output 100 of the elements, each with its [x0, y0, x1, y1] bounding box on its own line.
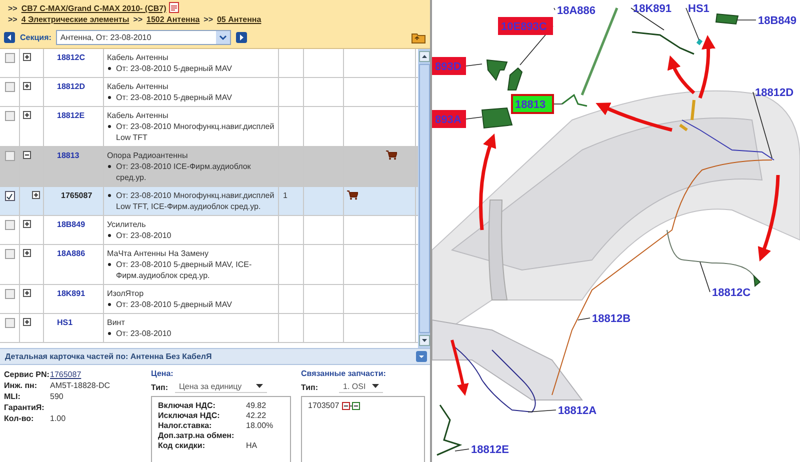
dropdown-icon [256, 384, 263, 389]
expand-icon[interactable] [23, 318, 31, 326]
field-label: Кол-во: [4, 413, 35, 424]
callout-label[interactable]: 18B849 [758, 15, 797, 27]
part-drawing [507, 67, 523, 90]
table-row[interactable]: 18812D Кабель Антенны От: 23-08-2010 5-дверный MAV [0, 78, 418, 107]
table-row[interactable]: 1765087 От: 23-08-2010 Многофункц.навиг.дисплей Low TFT, ICE-Фирм.аудиоблок сред.ур. 1 [0, 187, 418, 216]
cart-icon[interactable] [386, 150, 397, 160]
part-note: От: 23-08-2010 5-дверный MAV [116, 92, 232, 103]
previous-icon[interactable] [4, 32, 15, 43]
price-type-select[interactable]: Цена за единицу [175, 381, 267, 393]
part-code-link[interactable]: HS1 [47, 318, 73, 327]
part-code-link[interactable]: 18812D [47, 82, 86, 91]
scroll-up-icon[interactable] [418, 51, 430, 62]
part-drawing [481, 107, 513, 129]
table-row[interactable]: 18B849 Усилитель От: 23-08-2010 [0, 216, 418, 245]
breadcrumb-separator: >> [204, 15, 213, 24]
part-title: Кабель Антенны [107, 81, 170, 92]
dropdown-icon [216, 31, 230, 44]
row-checkbox[interactable] [4, 111, 14, 121]
related-parts-title: Связанные запчасти: [301, 369, 387, 378]
details-title: Детальная карточка частей по: Антенна Без КабелЯ [5, 352, 212, 361]
part-drawing [753, 274, 761, 287]
expand-icon[interactable] [23, 220, 31, 228]
scroll-down-icon[interactable] [418, 335, 430, 346]
part-note: От: 23-08-2010 5-дверный MAV [116, 299, 232, 310]
bullet-icon [108, 67, 111, 70]
row-checkbox[interactable] [4, 151, 14, 161]
callout-label[interactable]: HS1 [688, 3, 710, 15]
callout-label[interactable]: 18812A [558, 405, 597, 417]
table-row[interactable]: 18K891 ИзолЯтор От: 23-08-2010 5-дверный MAV [0, 285, 418, 314]
part-code-link[interactable]: 18812C [47, 53, 86, 62]
part-code-link[interactable]: 18B849 [47, 220, 86, 229]
row-checkbox[interactable] [4, 289, 14, 299]
table-row[interactable]: 18812C Кабель Антенны От: 23-08-2010 5-дверный MAV [0, 49, 418, 78]
collapse-icon[interactable] [23, 151, 31, 159]
pointer-arrow [698, 35, 716, 99]
cart-icon[interactable] [347, 190, 358, 200]
type-label: Тип: [301, 382, 319, 392]
part-code-link[interactable]: 18813 [47, 151, 80, 160]
document-icon[interactable] [169, 2, 180, 13]
related-type-select[interactable]: 1. OSI [339, 381, 383, 393]
callout-label[interactable]: 18812D [755, 87, 794, 99]
table-row[interactable]: 18A886 МаЧта Антенны На Замену От: 23-08-2010 5-дверный MAV, ICE-Фирм.аудиоблок сред.ур. [0, 245, 418, 285]
table-row[interactable]: 18813 Опора Радиоантенны От: 23-08-2010 ICE-Фирм.аудиоблок сред.ур. [0, 147, 418, 187]
field-label: ГарантиЯ: [4, 402, 46, 413]
part-drawing [715, 13, 739, 25]
expand-icon[interactable] [23, 249, 31, 257]
leader-line [466, 64, 482, 66]
part-title: МаЧта Антенны На Замену [107, 248, 210, 259]
price-title: Цена: [151, 369, 174, 378]
section-label: Секция: [20, 33, 52, 42]
part-title: Опора Радиоантенны [107, 150, 189, 161]
table-row[interactable]: 18812E Кабель Антенны От: 23-08-2010 Многофункц.навиг.дисплей Low TFT [0, 107, 418, 147]
breadcrumb-link[interactable]: 05 Антенна [216, 15, 262, 24]
callout-label[interactable]: 18813 [515, 99, 546, 111]
folder-icon[interactable] [411, 31, 426, 44]
row-checkbox[interactable] [4, 249, 14, 259]
section-select[interactable]: Антенна, От: 23-08-2010 [56, 30, 232, 45]
callout-label[interactable]: 18A886 [557, 5, 596, 17]
table-row[interactable]: HS1 Винт От: 23-08-2010 [0, 314, 418, 343]
link-nodes-icon[interactable] [342, 402, 360, 410]
part-title: ИзолЯтор [107, 288, 145, 299]
expand-icon[interactable] [23, 82, 31, 90]
service-pn-link[interactable]: 1765087 [50, 369, 82, 380]
breadcrumb-link[interactable]: 1502 Антенна [146, 15, 200, 24]
breadcrumb-link[interactable]: 4 Электрические элементы [21, 15, 130, 24]
row-checkbox[interactable] [4, 318, 14, 328]
row-checkbox[interactable] [4, 53, 14, 63]
callout-label[interactable]: 18812B [592, 313, 631, 325]
row-checkbox[interactable] [4, 220, 14, 230]
leader-line [578, 318, 590, 320]
row-checkbox[interactable] [4, 191, 14, 201]
part-code-link[interactable]: 18A886 [47, 249, 86, 258]
bullet-icon [108, 194, 111, 197]
field-value: AM5T-18828-DC [50, 380, 110, 391]
part-title: Кабель Антенны [107, 52, 170, 63]
breadcrumb-link[interactable]: CB7 C-MAX/Grand C-MAX 2010- (CB7) [21, 4, 166, 13]
part-code-link[interactable]: 18K891 [47, 289, 86, 298]
bullet-icon [108, 234, 111, 237]
expand-icon[interactable] [32, 191, 40, 199]
related-part-number[interactable]: 1703507 [308, 401, 340, 410]
breadcrumb-separator: >> [8, 4, 18, 13]
expand-icon[interactable] [23, 289, 31, 297]
part-note: От: 23-08-2010 [116, 230, 172, 241]
part-code-link[interactable]: 18812E [47, 111, 85, 120]
field-value: 1.00 [50, 413, 66, 424]
expand-icon[interactable] [23, 53, 31, 61]
callout-label[interactable]: 18K891 [633, 3, 672, 15]
next-icon[interactable] [236, 32, 248, 43]
cable-drawing [632, 31, 694, 55]
part-title: Винт [107, 317, 126, 328]
type-label: Тип: [151, 382, 169, 392]
part-drawing [486, 59, 508, 81]
cable-drawing [696, 38, 703, 46]
callout-label[interactable]: 18812C [712, 287, 751, 299]
row-checkbox[interactable] [4, 82, 14, 92]
scrollbar[interactable] [418, 49, 430, 348]
expand-icon[interactable] [23, 111, 31, 119]
callout-label[interactable]: 18812E [471, 444, 509, 456]
